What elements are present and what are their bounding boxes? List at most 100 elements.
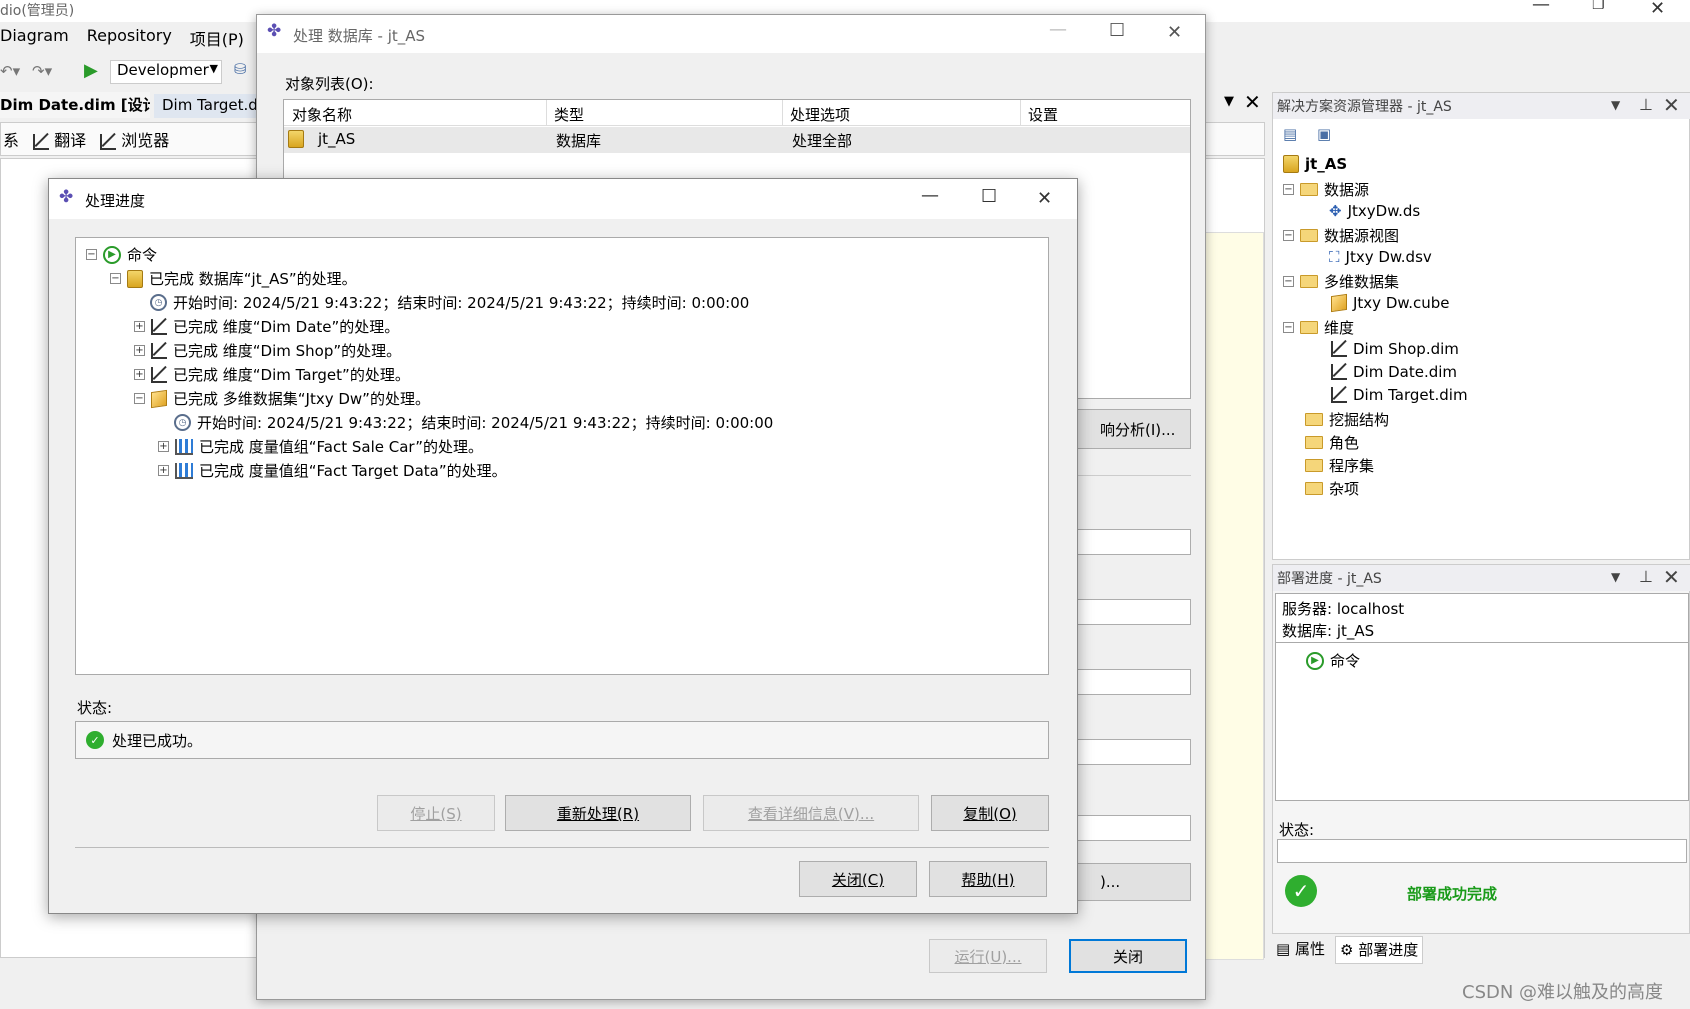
se-item-dim-target[interactable]: Dim Target.dim bbox=[1331, 386, 1468, 404]
properties-icon[interactable]: ▤ bbox=[1283, 125, 1297, 143]
se-item-mining[interactable]: 挖掘结构 bbox=[1305, 409, 1389, 430]
toolbar-item-browser[interactable]: 浏览器 bbox=[100, 127, 169, 151]
se-item-dim-folder[interactable]: − 维度 bbox=[1283, 317, 1354, 338]
tab-dim-target[interactable]: Dim Target.d bbox=[154, 94, 258, 118]
col-type[interactable]: 类型 bbox=[554, 104, 584, 125]
collapse-icon[interactable]: − bbox=[110, 273, 121, 284]
toolbar-item-translate[interactable]: 翻译 bbox=[33, 127, 86, 151]
undo-icon[interactable]: ↶▾ bbox=[0, 62, 20, 80]
tree-item-dim-date[interactable]: + 已完成 维度“Dim Date”的处理。 bbox=[134, 316, 399, 337]
expand-icon[interactable]: + bbox=[134, 369, 145, 380]
pin-icon[interactable]: ⊥ bbox=[1639, 95, 1653, 114]
se-item-ds[interactable]: ✥ JtxyDw.ds bbox=[1329, 202, 1420, 220]
object-list-label: 对象列表(O): bbox=[285, 75, 374, 93]
tree-label: 已完成 维度“Dim Date”的处理。 bbox=[173, 318, 400, 336]
expand-icon[interactable]: + bbox=[158, 441, 169, 452]
se-item-cube-folder[interactable]: − 多维数据集 bbox=[1283, 271, 1399, 292]
se-item-dsv[interactable]: ⛶ Jtxy Dw.dsv bbox=[1329, 248, 1432, 266]
copy-button[interactable]: 复制(O) bbox=[931, 795, 1049, 831]
collapse-icon[interactable]: − bbox=[1283, 276, 1294, 287]
close-icon[interactable]: ✕ bbox=[1663, 565, 1680, 589]
tab-properties[interactable]: ▤ 属性 bbox=[1272, 936, 1329, 964]
collapse-icon[interactable]: − bbox=[1283, 230, 1294, 241]
reprocess-button[interactable]: 重新处理(R) bbox=[505, 795, 691, 831]
view-details-button[interactable]: 查看详细信息(V)... bbox=[703, 795, 919, 831]
col-setting[interactable]: 设置 bbox=[1028, 104, 1058, 125]
tree-item-dim-shop[interactable]: + 已完成 维度“Dim Shop”的处理。 bbox=[134, 340, 401, 361]
expand-icon[interactable]: + bbox=[158, 465, 169, 476]
tree-item-dim-target[interactable]: + 已完成 维度“Dim Target”的处理。 bbox=[134, 364, 410, 385]
tree-item-command[interactable]: − ▶ 命令 bbox=[86, 244, 157, 265]
close-icon[interactable]: ✕ bbox=[1650, 0, 1665, 19]
expand-icon[interactable]: + bbox=[134, 321, 145, 332]
menu-diagram[interactable]: Diagram bbox=[0, 26, 69, 52]
collapse-icon[interactable]: − bbox=[86, 249, 97, 260]
dropdown-icon[interactable]: ▼ bbox=[1611, 570, 1620, 584]
minimize-icon[interactable]: — bbox=[1532, 0, 1550, 15]
pin-icon[interactable]: ⊥ bbox=[1639, 567, 1653, 586]
redo-icon[interactable]: ↷▾ bbox=[32, 62, 52, 80]
start-icon[interactable]: ▶ bbox=[84, 60, 98, 81]
se-item-dim-date[interactable]: Dim Date.dim bbox=[1331, 363, 1457, 381]
deploy-status-field bbox=[1277, 839, 1687, 863]
col-option[interactable]: 处理选项 bbox=[790, 104, 850, 125]
toolbar-icon[interactable]: ⛁ bbox=[234, 60, 247, 78]
menu-repository[interactable]: Repository bbox=[87, 26, 172, 52]
config-select[interactable]: Developmer ▼ bbox=[110, 60, 222, 84]
collapse-icon[interactable]: − bbox=[1283, 184, 1294, 195]
solution-title-text: 解决方案资源管理器 - jt_AS bbox=[1277, 99, 1452, 115]
se-item-roles[interactable]: 角色 bbox=[1305, 432, 1359, 453]
setting-field[interactable] bbox=[1077, 669, 1191, 695]
maximize-icon[interactable]: ☐ bbox=[981, 186, 997, 207]
tree-item-fact-sale-car[interactable]: + 已完成 度量值组“Fact Sale Car”的处理。 bbox=[158, 436, 483, 457]
reprocess-label: 重新处理(R) bbox=[556, 804, 640, 823]
help-button[interactable]: 帮助(H) bbox=[929, 861, 1047, 897]
menu-project[interactable]: 项目(P) bbox=[190, 26, 244, 52]
dropdown-icon[interactable]: ▼ bbox=[1611, 98, 1620, 112]
se-item-dim-shop[interactable]: Dim Shop.dim bbox=[1331, 340, 1459, 358]
deploy-command[interactable]: ▶ 命令 bbox=[1306, 650, 1360, 671]
tree-label: 已完成 数据库“jt_AS”的处理。 bbox=[149, 270, 357, 288]
col-object-name[interactable]: 对象名称 bbox=[292, 104, 352, 125]
run-button[interactable]: 运行(U)... bbox=[929, 939, 1047, 973]
se-item-jt-as[interactable]: jt_AS bbox=[1283, 155, 1347, 173]
close-button[interactable]: 关闭(C) bbox=[799, 861, 917, 897]
setting-field[interactable] bbox=[1077, 529, 1191, 555]
se-item-assemblies[interactable]: 程序集 bbox=[1305, 455, 1374, 476]
close-button[interactable]: 关闭 bbox=[1069, 939, 1187, 973]
tab-deploy-progress[interactable]: ⚙ 部署进度 bbox=[1334, 936, 1424, 964]
expand-icon[interactable]: + bbox=[134, 345, 145, 356]
impact-analysis-button[interactable]: 响分析(I)... bbox=[1077, 409, 1191, 449]
status-field: ✓ 处理已成功。 bbox=[75, 721, 1049, 759]
se-item-datasources[interactable]: − 数据源 bbox=[1283, 179, 1369, 200]
setting-field[interactable] bbox=[1077, 815, 1191, 841]
close-icon[interactable]: ✕ bbox=[1167, 22, 1182, 43]
collapse-icon[interactable]: − bbox=[134, 393, 145, 404]
se-item-cube[interactable]: Jtxy Dw.cube bbox=[1331, 293, 1450, 313]
stop-button[interactable]: 停止(S) bbox=[377, 795, 495, 831]
table-row[interactable]: jt_AS 数据库 处理全部 bbox=[284, 127, 1190, 153]
tab-dropdown-icon[interactable]: ▼ bbox=[1224, 94, 1234, 109]
setting-field[interactable] bbox=[1077, 599, 1191, 625]
maximize-icon[interactable]: ☐ bbox=[1109, 20, 1125, 41]
change-settings-button[interactable]: )... bbox=[1077, 863, 1191, 901]
setting-field[interactable] bbox=[1077, 739, 1191, 765]
tree-item-database[interactable]: − 已完成 数据库“jt_AS”的处理。 bbox=[110, 268, 357, 289]
show-files-icon[interactable]: ▣ bbox=[1317, 125, 1331, 143]
tree-item-fact-target-data[interactable]: + 已完成 度量值组“Fact Target Data”的处理。 bbox=[158, 460, 507, 481]
minimize-icon[interactable]: — bbox=[1049, 19, 1067, 40]
collapse-icon[interactable]: − bbox=[1283, 322, 1294, 333]
tree-item-cube[interactable]: − 已完成 多维数据集“Jtxy Dw”的处理。 bbox=[134, 388, 430, 409]
col-divider bbox=[546, 100, 547, 126]
tab-close-icon[interactable]: ✕ bbox=[1244, 90, 1261, 114]
minimize-icon[interactable]: — bbox=[921, 185, 939, 206]
se-item-misc[interactable]: 杂项 bbox=[1305, 478, 1359, 499]
restore-icon[interactable]: ❐ bbox=[1592, 0, 1605, 13]
close-icon[interactable]: ✕ bbox=[1663, 93, 1680, 117]
se-label: 多维数据集 bbox=[1324, 273, 1400, 291]
tree-label: 已完成 维度“Dim Shop”的处理。 bbox=[173, 342, 402, 360]
close-icon[interactable]: ✕ bbox=[1037, 188, 1052, 209]
se-item-dsv-folder[interactable]: − 数据源视图 bbox=[1283, 225, 1399, 246]
tab-dim-date[interactable]: Dim Date.dim [设计] bbox=[0, 92, 150, 118]
toolbar-item-relations[interactable]: 系 bbox=[3, 127, 19, 151]
